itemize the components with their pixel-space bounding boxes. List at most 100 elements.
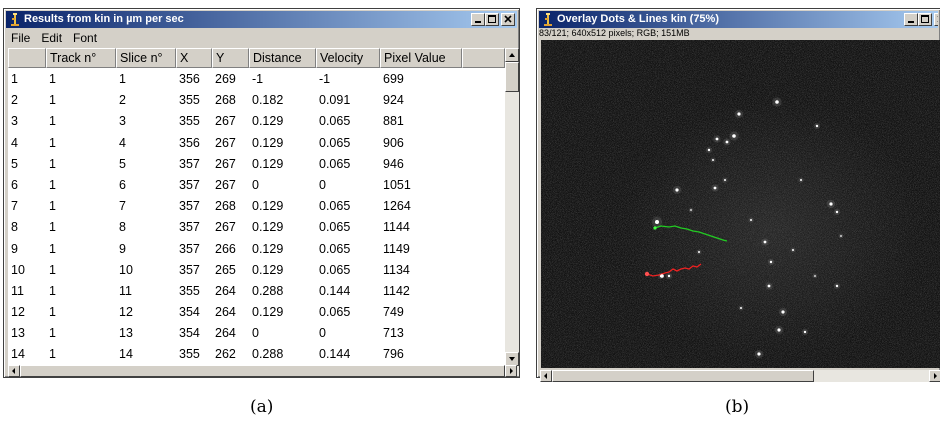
cell-pixel-value: 906	[383, 135, 404, 150]
table-row[interactable]: 12 1 12 354 264 0.129 0.065 749	[8, 302, 505, 323]
image-scroll-thumb[interactable]	[552, 370, 814, 382]
cell-track: 1	[49, 326, 56, 341]
cell-distance: 0.129	[252, 156, 284, 171]
cell-pixel-value: 946	[383, 156, 404, 171]
scroll-left-button[interactable]	[8, 365, 20, 377]
scroll-left-button[interactable]	[540, 370, 552, 382]
cell-x: 355	[179, 114, 200, 129]
cell-distance: 0.129	[252, 241, 284, 256]
cell-x: 357	[179, 156, 200, 171]
vertical-scroll-thumb[interactable]	[505, 62, 519, 92]
table-row[interactable]: 11 1 11 355 264 0.288 0.144 1142	[8, 281, 505, 302]
minimize-button[interactable]	[471, 13, 485, 26]
table-row[interactable]: 9 1 9 357 266 0.129 0.065 1149	[8, 239, 505, 260]
arrow-left-icon	[12, 368, 15, 374]
cell-y: 267	[215, 156, 236, 171]
scroll-up-button[interactable]	[505, 48, 519, 62]
maximize-button[interactable]	[918, 13, 932, 26]
horizontal-scroll-thumb[interactable]	[20, 365, 505, 377]
arrow-up-icon	[509, 53, 515, 57]
cell-y: 264	[215, 326, 236, 341]
bright-spot	[690, 209, 692, 211]
table-row[interactable]: 4 1 4 356 267 0.129 0.065 906	[8, 133, 505, 154]
cell-track: 1	[49, 93, 56, 108]
bright-spot	[835, 210, 839, 214]
table-row[interactable]: 13 1 13 354 264 0 0 713	[8, 323, 505, 344]
table-row[interactable]: 8 1 8 357 267 0.129 0.065 1144	[8, 217, 505, 238]
table-row[interactable]: 6 1 6 357 267 0 0 1051	[8, 175, 505, 196]
horizontal-scrollbar[interactable]	[8, 365, 519, 377]
column-header-pixel-value[interactable]: Pixel Value	[380, 48, 462, 68]
bright-spot	[675, 188, 679, 192]
cell-row-number: 7	[11, 199, 18, 214]
cell-distance: 0.129	[252, 114, 284, 129]
bright-spot	[792, 249, 794, 251]
cell-velocity: 0.065	[319, 262, 351, 277]
table-row[interactable]: 5 1 5 357 267 0.129 0.065 946	[8, 154, 505, 175]
scroll-right-button[interactable]	[929, 370, 940, 382]
table-row[interactable]: 7 1 7 357 268 0.129 0.065 1264	[8, 196, 505, 217]
column-header-track[interactable]: Track n°	[46, 48, 116, 68]
close-button[interactable]	[501, 13, 515, 26]
cell-distance: 0.129	[252, 199, 284, 214]
results-window-title: Results from kin in µm per sec	[24, 13, 184, 25]
cell-slice: 7	[119, 199, 126, 214]
bright-spot	[775, 100, 779, 104]
menu-file[interactable]: File	[6, 29, 36, 47]
scroll-right-button[interactable]	[505, 365, 517, 377]
bright-spot	[750, 219, 752, 221]
close-button[interactable]	[934, 13, 938, 26]
results-window: Results from kin in µm per sec File Edit…	[3, 8, 520, 378]
cell-row-number: 2	[11, 93, 18, 108]
cell-track: 1	[49, 347, 56, 362]
cell-track: 1	[49, 199, 56, 214]
results-titlebar[interactable]: Results from kin in µm per sec	[6, 11, 517, 28]
cell-row-number: 1	[11, 72, 18, 86]
table-row[interactable]: 10 1 10 357 265 0.129 0.065 1134	[8, 260, 505, 281]
microscopy-image-canvas[interactable]	[541, 40, 940, 368]
maximize-icon	[921, 15, 929, 23]
maximize-button[interactable]	[485, 13, 499, 26]
bright-spot	[725, 140, 729, 144]
cell-distance: 0.288	[252, 283, 284, 298]
cell-row-number: 5	[11, 156, 18, 171]
bright-spot	[712, 159, 714, 161]
cell-distance: -1	[252, 72, 264, 86]
column-header-y[interactable]: Y	[212, 48, 249, 68]
results-table: Track n° Slice n° X Y Distance Velocity …	[8, 48, 505, 366]
cell-row-number: 14	[11, 347, 25, 362]
cell-velocity: 0.065	[319, 220, 351, 235]
cell-x: 357	[179, 199, 200, 214]
cell-slice: 1	[119, 72, 126, 86]
cell-pixel-value: 1142	[383, 283, 410, 298]
menu-edit[interactable]: Edit	[36, 29, 68, 47]
column-header-distance[interactable]: Distance	[249, 48, 316, 68]
column-header[interactable]	[8, 48, 46, 68]
cell-pixel-value: 1144	[383, 220, 410, 235]
cell-row-number: 3	[11, 114, 18, 129]
menu-font[interactable]: Font	[68, 29, 103, 47]
imagej-microscope-icon	[544, 13, 552, 26]
image-horizontal-scrollbar[interactable]	[540, 370, 940, 382]
overlay-window-title: Overlay Dots & Lines kin (75%)	[557, 13, 719, 25]
vertical-scrollbar[interactable]	[505, 48, 519, 366]
table-row[interactable]: 14 1 14 355 262 0.288 0.144 796	[8, 344, 505, 365]
minimize-button[interactable]	[904, 13, 918, 26]
cell-velocity: 0.144	[319, 283, 351, 298]
overlay-titlebar[interactable]: Overlay Dots & Lines kin (75%)	[539, 11, 938, 28]
cell-velocity: 0.091	[319, 93, 351, 108]
table-row[interactable]: 2 1 2 355 268 0.182 0.091 924	[8, 90, 505, 111]
column-header-x[interactable]: X	[176, 48, 212, 68]
image-info: 83/121; 640x512 pixels; RGB; 151MB	[539, 28, 690, 38]
table-row[interactable]: 1 1 1 356 269 -1 -1 699	[8, 69, 505, 90]
cell-distance: 0.129	[252, 305, 284, 320]
cell-velocity: 0.065	[319, 114, 351, 129]
scroll-down-button[interactable]	[505, 352, 519, 366]
caption-a: (a)	[250, 397, 274, 417]
column-header-velocity[interactable]: Velocity	[316, 48, 380, 68]
table-header: Track n° Slice n° X Y Distance Velocity …	[8, 48, 505, 68]
column-header-slice[interactable]: Slice n°	[116, 48, 176, 68]
cell-x: 355	[179, 347, 200, 362]
cell-y: 267	[215, 220, 236, 235]
table-row[interactable]: 3 1 3 355 267 0.129 0.065 881	[8, 111, 505, 132]
